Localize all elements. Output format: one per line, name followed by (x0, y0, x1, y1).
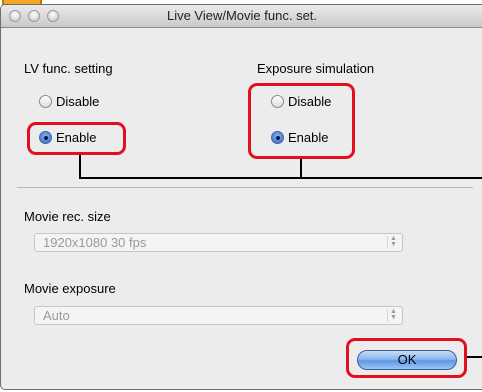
ok-button-highlight (346, 338, 467, 378)
movie-rec-size-value: 1920x1080 30 fps (43, 235, 147, 250)
select-stepper-icon: ▲ ▼ (387, 308, 399, 322)
callout-line (467, 356, 482, 358)
movie-rec-size-select[interactable]: 1920x1080 30 fps ▲ ▼ (34, 233, 403, 252)
dialog-window: Live View/Movie func. set. LV func. sett… (0, 4, 482, 390)
movie-exposure-select[interactable]: Auto ▲ ▼ (34, 306, 403, 325)
callout-line (79, 177, 482, 179)
radio-unchecked-icon[interactable] (39, 95, 52, 108)
lv-func-setting-heading: LV func. setting (24, 61, 113, 76)
movie-rec-size-label: Movie rec. size (24, 209, 111, 224)
callout-line (300, 159, 302, 179)
lv-func-disable-option[interactable]: Disable (39, 94, 99, 109)
lv-func-disable-label: Disable (56, 94, 100, 109)
exposure-sim-highlight (248, 83, 355, 159)
movie-exposure-value: Auto (43, 308, 70, 323)
exposure-simulation-heading: Exposure simulation (257, 61, 375, 76)
title-bar[interactable]: Live View/Movie func. set. (1, 5, 482, 28)
movie-exposure-label: Movie exposure (24, 281, 116, 296)
lv-func-enable-highlight (27, 122, 126, 155)
separator-line (17, 187, 473, 188)
callout-line (79, 155, 81, 179)
select-stepper-icon: ▲ ▼ (387, 235, 399, 249)
window-title: Live View/Movie func. set. (166, 8, 318, 23)
